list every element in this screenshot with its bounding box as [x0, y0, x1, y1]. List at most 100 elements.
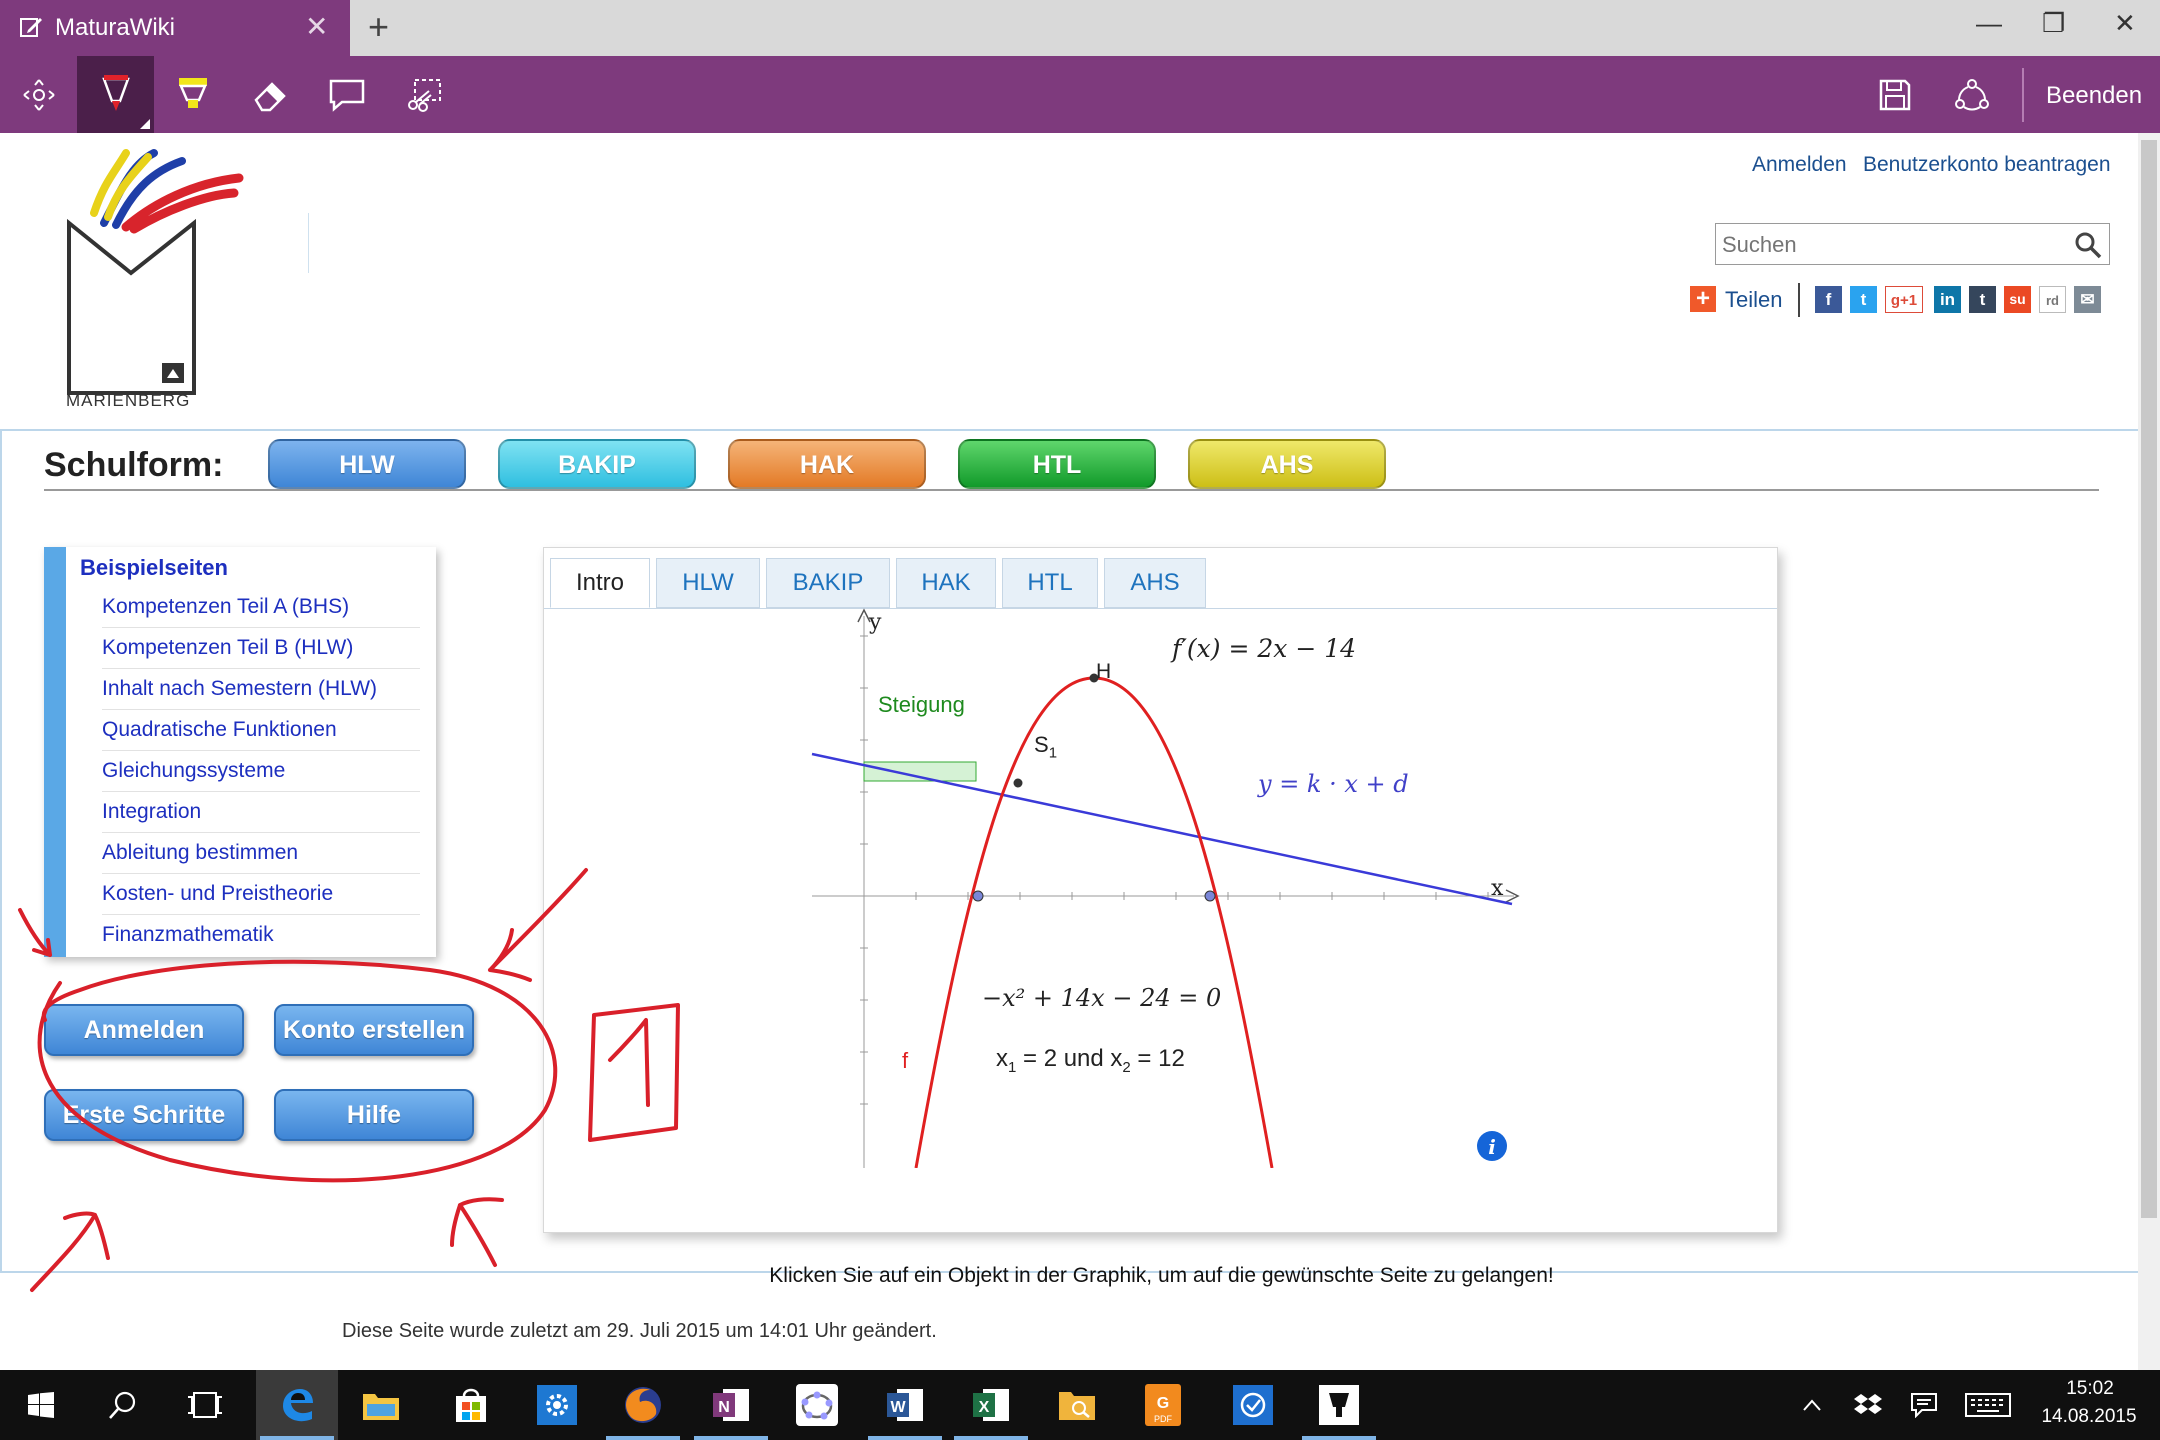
- intersection-point[interactable]: [1013, 778, 1023, 788]
- taskbar-store[interactable]: [430, 1370, 512, 1440]
- taskbar-word[interactable]: W: [864, 1370, 946, 1440]
- tray-keyboard[interactable]: [1958, 1370, 2018, 1440]
- search-button[interactable]: [82, 1370, 164, 1440]
- twitter-icon[interactable]: t: [1850, 286, 1877, 313]
- new-tab-button[interactable]: +: [368, 6, 389, 48]
- taskbar-onenote[interactable]: N: [690, 1370, 772, 1440]
- tab-hak[interactable]: HAK: [896, 558, 996, 608]
- derivative-formula[interactable]: f′(x) = 2x − 14: [1172, 634, 1356, 663]
- save-icon: [1879, 79, 1910, 110]
- roots-statement[interactable]: x1 = 2 und x2 = 12: [996, 1045, 1185, 1076]
- facebook-icon[interactable]: f: [1815, 286, 1842, 313]
- share-label[interactable]: Teilen: [1725, 287, 1782, 313]
- save-web-note-button[interactable]: [1856, 56, 1933, 133]
- task-view-button[interactable]: [164, 1370, 246, 1440]
- edge-icon: [283, 1389, 313, 1422]
- clock-date[interactable]: 14.08.2015: [2024, 1406, 2154, 1428]
- taskbar-settings[interactable]: [516, 1370, 598, 1440]
- y-axis-label: y: [869, 610, 882, 635]
- restore-button[interactable]: ❐: [2042, 8, 2065, 39]
- ballpoint-pen-button[interactable]: [77, 56, 154, 133]
- email-icon[interactable]: ✉: [2074, 286, 2101, 313]
- marienberg-logo[interactable]: [64, 143, 244, 411]
- parabola-graph[interactable]: i: [544, 608, 1777, 1168]
- header-divider: [308, 213, 309, 273]
- tab-close-icon[interactable]: ✕: [305, 10, 328, 43]
- help-button[interactable]: Hilfe: [274, 1089, 474, 1141]
- taskbar-firefox[interactable]: [602, 1370, 684, 1440]
- browser-title-bar: MaturaWiki ✕ + — ❐ ✕: [0, 0, 2160, 56]
- tray-notifications[interactable]: [1902, 1370, 1946, 1440]
- eraser-button[interactable]: [231, 56, 308, 133]
- svg-text:N: N: [718, 1399, 730, 1416]
- search-icon[interactable]: [2073, 230, 2103, 260]
- schulform-bakip-button[interactable]: BAKIP: [498, 439, 696, 489]
- minimize-button[interactable]: —: [1976, 8, 2002, 39]
- quadratic-equation[interactable]: −x² + 14x − 24 = 0: [982, 984, 1221, 1012]
- sidebar-item-kompetenzen-a[interactable]: Kompetenzen Teil A (BHS): [102, 587, 420, 628]
- share-web-note-button[interactable]: [1933, 56, 2010, 133]
- search-input[interactable]: [1722, 231, 2052, 259]
- exit-web-note-button[interactable]: Beenden: [2046, 82, 2142, 110]
- login-button[interactable]: Anmelden: [44, 1004, 244, 1056]
- scrollbar-thumb[interactable]: [2141, 140, 2157, 1218]
- first-steps-button[interactable]: Erste Schritte: [44, 1089, 244, 1141]
- taskbar-geogebra[interactable]: [776, 1370, 858, 1440]
- tab-hlw[interactable]: HLW: [656, 558, 760, 608]
- sidebar-item-equations[interactable]: Gleichungssysteme: [102, 751, 420, 792]
- sidebar-item-quadratic[interactable]: Quadratische Funktionen: [102, 710, 420, 751]
- clip-button[interactable]: [385, 56, 462, 133]
- root-point-2[interactable]: [1204, 890, 1216, 902]
- highlighter-button[interactable]: [154, 56, 231, 133]
- reddit-icon[interactable]: rd: [2039, 286, 2066, 313]
- taskbar-file-explorer[interactable]: [340, 1370, 422, 1440]
- tab-bakip[interactable]: BAKIP: [766, 558, 890, 608]
- taskbar-ink-app[interactable]: [1298, 1370, 1380, 1440]
- taskbar-edge[interactable]: [256, 1370, 338, 1440]
- slope-label[interactable]: Steigung: [878, 692, 965, 718]
- taskbar-folder-search[interactable]: [1036, 1370, 1118, 1440]
- schulform-hlw-button[interactable]: HLW: [268, 439, 466, 489]
- svg-text:X: X: [979, 1399, 990, 1416]
- clock-time[interactable]: 15:02: [2040, 1378, 2140, 1400]
- comment-button[interactable]: [308, 56, 385, 133]
- sidebar-item-derivative[interactable]: Ableitung bestimmen: [102, 833, 420, 874]
- start-button[interactable]: [0, 1370, 82, 1440]
- browser-tab[interactable]: MaturaWiki ✕: [0, 0, 350, 56]
- pan-tool-button[interactable]: [0, 56, 77, 133]
- parabola-curve[interactable]: [914, 676, 1274, 1168]
- schulform-ahs-button[interactable]: AHS: [1188, 439, 1386, 489]
- root-point-1[interactable]: [972, 890, 984, 902]
- create-account-button[interactable]: Konto erstellen: [274, 1004, 474, 1056]
- taskbar-todo[interactable]: [1212, 1370, 1294, 1440]
- login-link[interactable]: Anmelden: [1752, 153, 1847, 177]
- request-account-link[interactable]: Benutzerkonto beantragen: [1863, 153, 2111, 177]
- schulform-htl-button[interactable]: HTL: [958, 439, 1156, 489]
- line-equation[interactable]: y = k · x + d: [1258, 770, 1409, 798]
- tray-overflow[interactable]: [1790, 1370, 1834, 1440]
- tab-intro[interactable]: Intro: [550, 558, 650, 608]
- sidebar-item-semester[interactable]: Inhalt nach Semestern (HLW): [102, 669, 420, 710]
- google-plus-icon[interactable]: g+1: [1885, 286, 1923, 313]
- tab-htl[interactable]: HTL: [1002, 558, 1098, 608]
- stumbleupon-icon[interactable]: su: [2004, 286, 2031, 313]
- close-window-button[interactable]: ✕: [2114, 8, 2136, 39]
- linkedin-icon[interactable]: in: [1934, 286, 1961, 313]
- onenote-icon: N: [713, 1389, 749, 1421]
- sidebar-item-integration[interactable]: Integration: [102, 792, 420, 833]
- taskbar-excel[interactable]: X: [950, 1370, 1032, 1440]
- taskbar-pdf[interactable]: G PDF: [1122, 1370, 1204, 1440]
- share-plus-icon[interactable]: +: [1690, 286, 1716, 312]
- tray-dropbox[interactable]: [1846, 1370, 1890, 1440]
- sidebar-item-kompetenzen-b[interactable]: Kompetenzen Teil B (HLW): [102, 628, 420, 669]
- tab-ahs[interactable]: AHS: [1104, 558, 1206, 608]
- sidebar-title[interactable]: Beispielseiten: [80, 555, 228, 581]
- svg-text:G: G: [1157, 1395, 1169, 1412]
- intersection-label-sub: 1: [1048, 744, 1058, 762]
- web-page: MARIENBERG Anmelden Benutzerkonto beantr…: [0, 133, 2138, 1370]
- sidebar-item-finance[interactable]: Finanzmathematik: [102, 915, 420, 956]
- tumblr-icon[interactable]: t: [1969, 286, 1996, 313]
- info-icon[interactable]: i: [1477, 1131, 1507, 1161]
- schulform-hak-button[interactable]: HAK: [728, 439, 926, 489]
- sidebar-item-costs[interactable]: Kosten- und Preistheorie: [102, 874, 420, 915]
